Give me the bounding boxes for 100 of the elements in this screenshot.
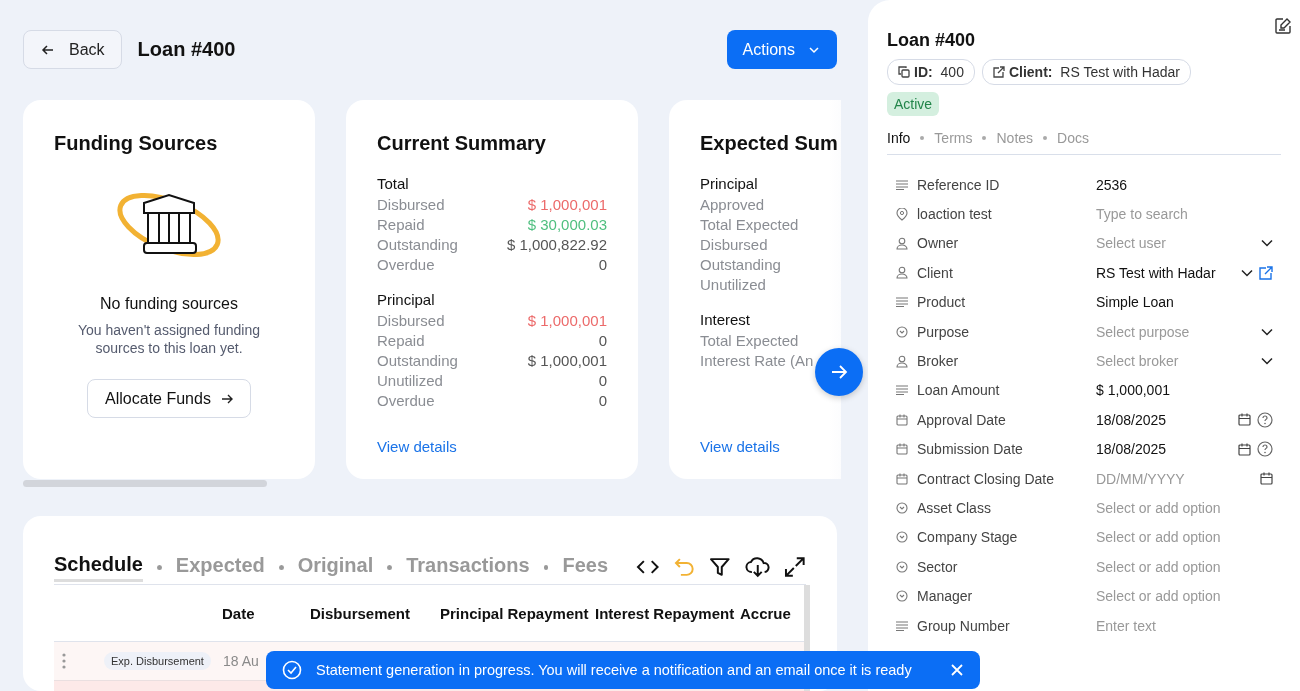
view-details-link[interactable]: View details [377, 438, 607, 455]
code-icon[interactable] [636, 558, 660, 576]
column-header: Accrue [740, 604, 791, 622]
table-cell: 18 Au [222, 653, 259, 669]
separator-dot [982, 136, 987, 140]
field-placeholder[interactable]: Select or add option [1096, 500, 1224, 516]
summary-label: Total Expected [700, 331, 799, 351]
field-label: Purpose [917, 323, 971, 340]
lines-icon [896, 179, 908, 190]
field-value[interactable]: RS Test with Hadar [1096, 264, 1224, 281]
field-value[interactable]: 2536 [1096, 176, 1224, 193]
chevron-down-icon[interactable] [1241, 268, 1253, 277]
field-placeholder[interactable]: Select or add option [1096, 529, 1224, 546]
panel-tab[interactable]: Notes [996, 130, 1034, 146]
summary-label: Outstanding [700, 255, 781, 275]
section-heading: Principal [700, 175, 759, 192]
field-value[interactable]: $ 1,000,001 [1096, 382, 1224, 399]
field-label: Owner [917, 235, 960, 252]
expand-icon[interactable] [784, 556, 806, 578]
field-placeholder[interactable]: Select or add option [1096, 588, 1224, 605]
field-placeholder[interactable]: Select or add option [1096, 558, 1224, 575]
field-placeholder[interactable]: Select broker [1096, 353, 1224, 370]
edit-icon[interactable] [1274, 17, 1292, 35]
field-value[interactable]: Simple Loan [1096, 294, 1224, 311]
external-link-icon [992, 66, 1005, 78]
chevron-down-icon[interactable] [1261, 327, 1273, 336]
panel-tab[interactable]: Terms [934, 130, 973, 146]
section-heading: Interest [700, 311, 752, 328]
filter-icon[interactable] [709, 556, 731, 578]
view-details-link[interactable]: View details [700, 438, 841, 455]
field-placeholder[interactable]: Type to search [1096, 206, 1224, 223]
row-tag: Exp. Disbursement [104, 652, 211, 670]
separator-dot [920, 136, 925, 140]
next-button[interactable] [815, 348, 863, 396]
info-chip[interactable]: ID: 400 [887, 59, 975, 85]
field-label: Group Number [917, 617, 1011, 634]
field-label: Contract Closing Date [917, 470, 1055, 487]
page-title: Loan #400 [137, 38, 236, 61]
field-label: loaction test [917, 206, 993, 223]
field-placeholder[interactable]: Select purpose [1096, 323, 1224, 340]
dropdown-circle-icon [896, 531, 908, 544]
schedule-tab[interactable]: Expected [175, 554, 265, 580]
schedule-tab[interactable]: Transactions [406, 554, 530, 580]
summary-label: Repaid [377, 331, 425, 351]
summary-label: Overdue [377, 391, 435, 411]
panel-tab[interactable]: Info [887, 130, 911, 146]
summary-value: $ 1,000,001 [527, 311, 607, 331]
help-icon[interactable] [1257, 411, 1273, 428]
separator-dot [543, 564, 549, 570]
calendar-icon[interactable] [1260, 472, 1273, 486]
info-chip[interactable]: Client: RS Test with Hadar [981, 59, 1191, 85]
dropdown-circle-icon [896, 590, 908, 603]
field-value[interactable]: 18/08/2025 [1096, 441, 1224, 458]
summary-label: Repaid [377, 215, 425, 235]
summary-value: $ 1,000,001 [527, 351, 607, 371]
column-header: Date [221, 604, 256, 622]
help-icon[interactable] [1257, 441, 1273, 458]
summary-value: 0 [598, 255, 607, 275]
section-heading: Total [377, 175, 410, 192]
allocate-funds-button[interactable]: Allocate Funds [87, 379, 251, 418]
summary-value: $ 1,000,001 [527, 195, 607, 215]
back-button[interactable]: Back [23, 30, 122, 69]
field-placeholder[interactable]: Select user [1096, 235, 1224, 252]
summary-label: Unutilized [377, 371, 443, 391]
field-label: Loan Amount [917, 382, 1001, 399]
chevron-down-icon[interactable] [1261, 239, 1273, 248]
kebab-icon[interactable] [62, 653, 66, 669]
field-label: Approval Date [917, 411, 1007, 428]
arrow-right-icon [830, 363, 848, 381]
external-link-icon[interactable] [1259, 265, 1273, 280]
actions-button[interactable]: Actions [726, 30, 837, 69]
field-label: Reference ID [917, 176, 1001, 193]
column-header: Principal Repayment [440, 604, 590, 622]
summary-label: Disbursed [377, 195, 445, 215]
copy-icon [898, 66, 910, 78]
summary-value: 0 [598, 331, 607, 351]
summary-label: Outstanding [377, 351, 458, 371]
summary-label: Disbursed [377, 311, 445, 331]
chevron-down-icon[interactable] [1261, 357, 1273, 366]
calendar-icon[interactable] [1238, 413, 1251, 427]
field-value[interactable]: 18/08/2025 [1096, 411, 1224, 428]
calendar-icon [896, 413, 908, 426]
scrollbar[interactable] [23, 480, 267, 487]
dropdown-circle-icon [896, 502, 908, 514]
card-title: Funding Sources [54, 132, 218, 155]
calendar-icon[interactable] [1238, 442, 1251, 456]
calendar-icon [896, 443, 908, 456]
cloud-download-icon[interactable] [744, 556, 771, 578]
schedule-tab[interactable]: Schedule [54, 552, 143, 582]
field-placeholder[interactable]: Enter text [1096, 617, 1224, 634]
schedule-tab[interactable]: Fees [562, 554, 609, 580]
arrow-right-icon [220, 392, 233, 405]
field-label: Client [917, 264, 954, 281]
field-placeholder[interactable]: DD/MM/YYYY [1096, 470, 1224, 487]
chevron-down-icon [809, 45, 819, 54]
panel-title: Loan #400 [887, 30, 977, 51]
calendar-icon [896, 472, 908, 485]
close-icon[interactable] [950, 663, 964, 677]
schedule-tab[interactable]: Original [297, 554, 374, 580]
panel-tab[interactable]: Docs [1057, 130, 1089, 146]
